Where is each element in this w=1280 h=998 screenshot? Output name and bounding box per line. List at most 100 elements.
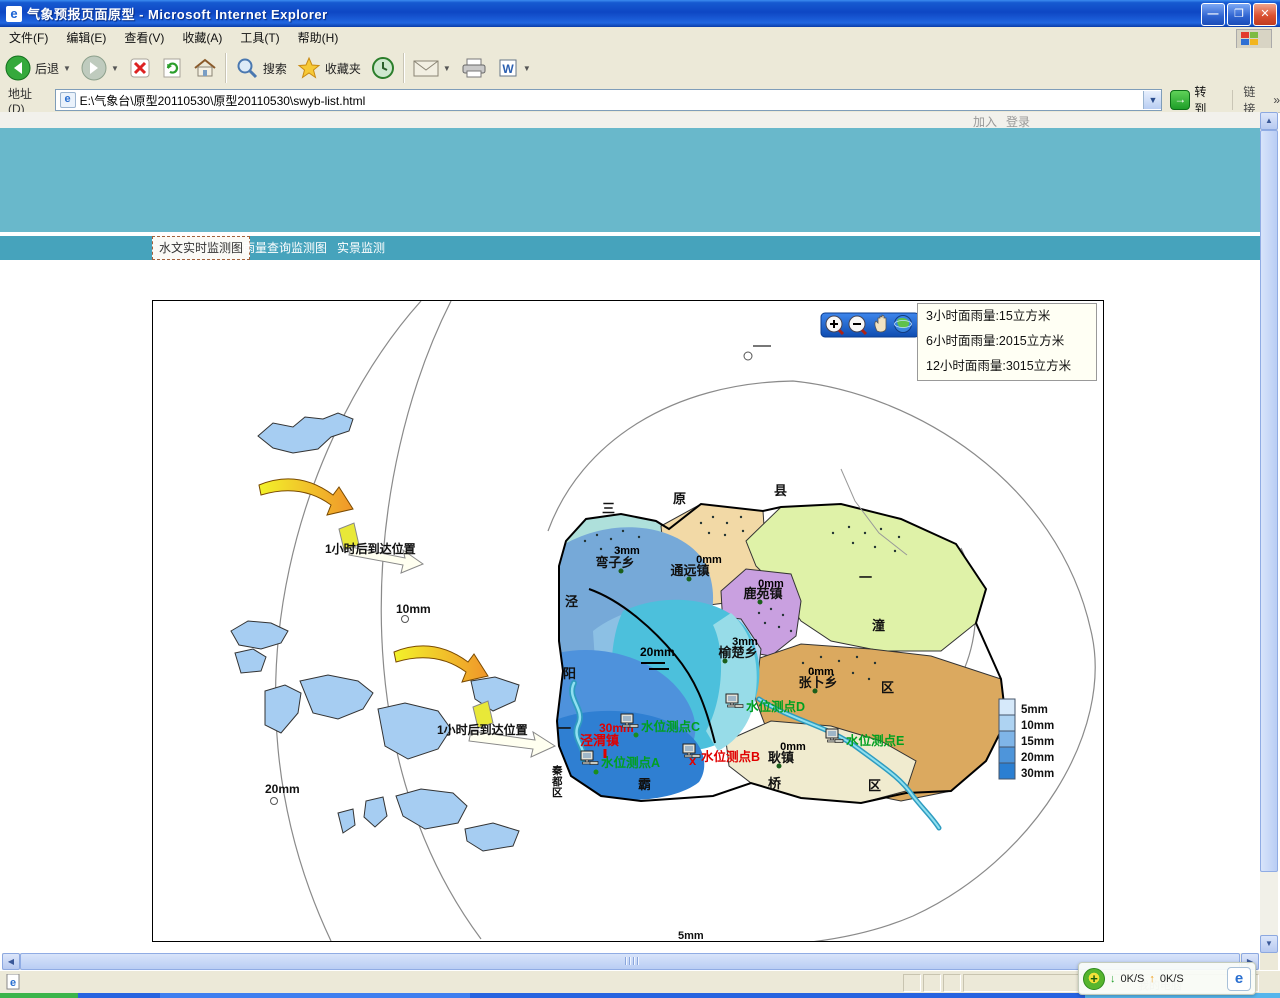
menu-view[interactable]: 查看(V) bbox=[115, 29, 173, 46]
speed-app-icon: + bbox=[1083, 968, 1105, 990]
favorites-label: 收藏夹 bbox=[325, 60, 361, 77]
browser-window: e 气象预报页面原型 - Microsoft Internet Explorer… bbox=[0, 0, 1280, 998]
horizontal-scroll-thumb[interactable] bbox=[20, 953, 1240, 970]
refresh-icon bbox=[161, 57, 183, 79]
contour-label-20mm-left: 20mm bbox=[265, 782, 300, 796]
links-area[interactable]: 链接 » bbox=[1232, 90, 1280, 110]
map-legend: 5mm 10mm 15mm 20mm 30mm bbox=[999, 699, 1054, 780]
neighbor-dash-west: 一 bbox=[558, 721, 571, 736]
neighbor-west-2: 阳 bbox=[563, 666, 576, 681]
neighbor-sw-3: 区 bbox=[552, 787, 563, 799]
taskbar-button[interactable] bbox=[160, 993, 470, 998]
station-a-dot bbox=[594, 770, 599, 775]
window-title: 气象预报页面原型 - Microsoft Internet Explorer bbox=[27, 4, 328, 23]
mail-button[interactable]: ▼ bbox=[408, 51, 456, 85]
edit-dropdown-icon[interactable]: ▼ bbox=[523, 64, 531, 73]
neighbor-south-1: 霸 bbox=[638, 777, 651, 792]
rain-tongyuanzhen: 0mm bbox=[696, 554, 722, 566]
contour-label-5mm: 5mm bbox=[678, 930, 704, 941]
menu-tools[interactable]: 工具(T) bbox=[231, 29, 288, 46]
storm-arrow-2 bbox=[394, 646, 488, 682]
links-chevron-icon: » bbox=[1273, 93, 1280, 107]
start-button[interactable] bbox=[0, 993, 78, 998]
address-label: 地址(D) bbox=[8, 85, 49, 116]
eta-label-1: 1小时后到达位置 bbox=[325, 541, 416, 556]
subtab-realtime-monitor[interactable]: 水文实时监测图 bbox=[152, 236, 250, 260]
mail-icon bbox=[413, 58, 439, 78]
home-icon bbox=[193, 57, 217, 79]
menu-help[interactable]: 帮助(H) bbox=[289, 29, 348, 46]
subtab-rain-query[interactable]: 雨量查询监测图 bbox=[243, 237, 327, 259]
search-button[interactable]: 搜索 bbox=[230, 51, 292, 85]
neighbor-north-3: 县 bbox=[774, 483, 787, 498]
menu-file[interactable]: 文件(F) bbox=[0, 29, 57, 46]
station-d-label[interactable]: 水位测点D bbox=[746, 699, 805, 714]
stop-icon bbox=[129, 57, 151, 79]
neighbor-east-2: 区 bbox=[881, 680, 894, 695]
station-c-dot bbox=[634, 733, 639, 738]
legend-swatch-30mm bbox=[999, 763, 1015, 779]
print-button[interactable] bbox=[456, 51, 492, 85]
vertical-scrollbar[interactable]: ▲ ▼ bbox=[1260, 112, 1278, 953]
scroll-left-icon[interactable]: ◀ bbox=[2, 953, 20, 970]
forward-button[interactable]: ▼ bbox=[76, 51, 124, 85]
net-speed-widget[interactable]: + ↓ 0K/S ↑ 0K/S e bbox=[1078, 962, 1256, 995]
station-c-label[interactable]: 水位测点C bbox=[641, 719, 700, 734]
minimize-button[interactable]: — bbox=[1201, 3, 1225, 26]
town-wanzixiang: 弯子乡 bbox=[595, 555, 634, 570]
storm-arrow-1 bbox=[259, 479, 353, 515]
legend-label-5mm: 5mm bbox=[1021, 704, 1048, 716]
vertical-scroll-thumb[interactable] bbox=[1260, 130, 1278, 872]
rain-zhangbuxiang: 0mm bbox=[808, 666, 834, 678]
neighbor-south-3: 区 bbox=[868, 778, 881, 793]
edit-icon: W bbox=[497, 57, 519, 79]
station-e-label[interactable]: 水位测点E bbox=[846, 733, 904, 748]
account-bar: 加入 登录 bbox=[0, 112, 1260, 128]
back-button[interactable]: 后退 ▼ bbox=[0, 51, 76, 85]
search-icon bbox=[235, 56, 259, 80]
menu-favorites[interactable]: 收藏(A) bbox=[173, 29, 231, 46]
print-icon bbox=[461, 57, 487, 79]
legend-label-15mm: 15mm bbox=[1021, 736, 1054, 748]
map-canvas: 10mm 20mm 5mm bbox=[153, 301, 1103, 941]
history-button[interactable] bbox=[366, 51, 400, 85]
address-input[interactable]: e E:\气象台\原型20110530\原型20110530\swyb-list… bbox=[55, 89, 1163, 111]
forward-dropdown-icon[interactable]: ▼ bbox=[111, 64, 119, 73]
subtab-live-view[interactable]: 实景监测 bbox=[337, 237, 385, 259]
station-b-label[interactable]: 水位测点B bbox=[701, 749, 760, 764]
controls-row: 报警设置 时间： 1小时 ▼ 阀值： mm 淹没区演示： ==请选择== ▼ bbox=[0, 260, 1260, 300]
address-dropdown-icon[interactable]: ▼ bbox=[1143, 91, 1161, 109]
scroll-up-icon[interactable]: ▲ bbox=[1260, 112, 1278, 130]
neighbor-south-2: 桥 bbox=[768, 776, 782, 791]
home-button[interactable] bbox=[188, 51, 222, 85]
favorites-star-icon bbox=[297, 56, 321, 80]
rainfall-info-box: 3小时面雨量:15立方米 6小时面雨量:2015立方米 12小时面雨量:3015… bbox=[917, 303, 1097, 381]
edit-button[interactable]: W ▼ bbox=[492, 51, 536, 85]
title-bar: e 气象预报页面原型 - Microsoft Internet Explorer… bbox=[0, 0, 1280, 27]
refresh-button[interactable] bbox=[156, 51, 188, 85]
back-dropdown-icon[interactable]: ▼ bbox=[63, 64, 71, 73]
close-button[interactable]: ✕ bbox=[1253, 3, 1277, 26]
menu-bar: 文件(F) 编辑(E) 查看(V) 收藏(A) 工具(T) 帮助(H) bbox=[0, 27, 1280, 49]
history-clock-icon bbox=[371, 56, 395, 80]
stop-button[interactable] bbox=[124, 51, 156, 85]
favorites-button[interactable]: 收藏夹 bbox=[292, 51, 366, 85]
address-url: E:\气象台\原型20110530\原型20110530\swyb-list.h… bbox=[80, 92, 366, 109]
ie-tray-icon[interactable]: e bbox=[1227, 967, 1251, 991]
scroll-down-icon[interactable]: ▼ bbox=[1260, 935, 1278, 953]
hydrology-map[interactable]: 10mm 20mm 5mm bbox=[152, 300, 1104, 942]
globe-icon[interactable] bbox=[895, 316, 912, 333]
download-arrow-icon: ↓ bbox=[1110, 973, 1116, 985]
horizontal-scrollbar[interactable]: ◀ ▶ bbox=[2, 953, 1259, 970]
restore-button[interactable]: ❐ bbox=[1227, 3, 1251, 26]
neighbor-north-1: 三 bbox=[602, 501, 615, 516]
neighbor-north-2: 原 bbox=[673, 491, 686, 506]
go-arrow-icon: → bbox=[1170, 90, 1190, 110]
menu-edit[interactable]: 编辑(E) bbox=[57, 29, 115, 46]
rain-gengzhen: 0mm bbox=[780, 741, 806, 753]
station-a-label[interactable]: 水位测点A bbox=[601, 755, 660, 770]
back-label: 后退 bbox=[35, 60, 59, 77]
mail-dropdown-icon[interactable]: ▼ bbox=[443, 64, 451, 73]
legend-swatch-15mm bbox=[999, 731, 1015, 747]
rainfall-6h: 6小时面雨量:2015立方米 bbox=[918, 329, 1096, 354]
